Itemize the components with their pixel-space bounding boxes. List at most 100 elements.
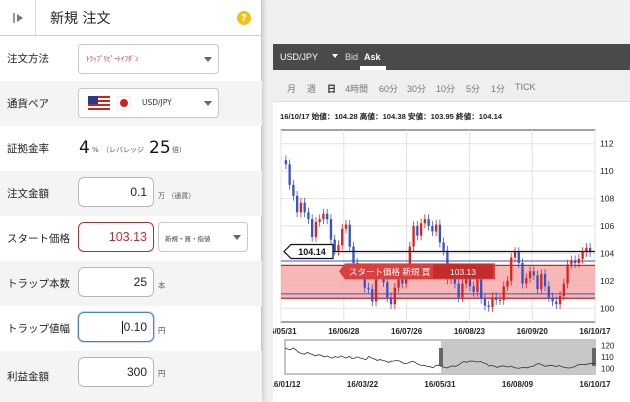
candle-body xyxy=(502,286,505,301)
ask-tab[interactable]: Ask xyxy=(364,52,381,62)
help-icon[interactable]: ? xyxy=(237,11,251,25)
profit-row: 利益金額 300 円 xyxy=(0,351,262,402)
tf-60m[interactable]: 60分 xyxy=(379,82,398,95)
candle-body xyxy=(566,264,569,284)
order-type-row: 注文方法 ﾄﾗｯﾌﾟﾘﾋﾟｰﾄｲﾌﾀﾞﾝ xyxy=(0,36,262,81)
pair-select[interactable]: USD/JPY xyxy=(78,88,219,118)
tf-10m[interactable]: 10分 xyxy=(436,82,455,95)
candle-body xyxy=(311,219,314,237)
candle-body xyxy=(543,274,547,287)
navigator-x-tick: 16/01/12 xyxy=(273,380,301,389)
tf-month[interactable]: 月 xyxy=(287,82,296,95)
us-flag-icon xyxy=(88,96,110,110)
x-tick-label: 16/05/31 xyxy=(273,327,297,336)
y-tick-label: 110 xyxy=(600,166,614,176)
trap-width-row: トラップ値幅 0.10 円 xyxy=(0,306,262,351)
chevron-down-icon[interactable] xyxy=(332,54,338,58)
candle-body xyxy=(416,226,419,236)
candle-body xyxy=(573,260,577,264)
candle-body xyxy=(521,263,524,284)
tf-1m[interactable]: 1分 xyxy=(491,82,505,95)
candle-body xyxy=(434,224,438,232)
order-type-label: 注文方法 xyxy=(7,53,49,65)
candle-body xyxy=(389,297,393,305)
candle-body xyxy=(329,219,333,240)
tf-week[interactable]: 週 xyxy=(307,82,316,95)
side-value: 新規・買・指値 xyxy=(165,235,211,243)
tf-day[interactable]: 日 xyxy=(327,82,336,95)
candle-body xyxy=(551,297,554,302)
collapse-button[interactable] xyxy=(0,0,36,36)
navigator-x-tick: 16/05/31 xyxy=(424,380,456,389)
candle-body xyxy=(303,202,306,213)
app-window: 新規 注文 ? 注文方法 ﾄﾗｯﾌﾟﾘﾋﾟｰﾄｲﾌﾀﾞﾝ 通貨ペア USD/JP… xyxy=(0,0,630,402)
navigator-x-tick: 16/08/09 xyxy=(502,380,534,389)
navigator-selection xyxy=(441,340,595,374)
amount-label: 注文金額 xyxy=(7,188,49,200)
margin-pct: 4 xyxy=(79,138,90,158)
candle-body xyxy=(344,224,348,229)
start-price-input[interactable]: 103.13 xyxy=(78,222,154,252)
candle-body xyxy=(341,228,344,246)
margin-label: 証拠金率 xyxy=(7,143,49,155)
candle-body xyxy=(487,305,490,307)
candle-body xyxy=(498,300,502,302)
candle-body xyxy=(442,242,445,251)
candle-body xyxy=(337,245,340,251)
candle-body xyxy=(517,252,520,264)
chart-tabbar: USD/JPY Bid Ask xyxy=(273,44,630,70)
trap-width-label: トラップ値幅 xyxy=(7,323,70,335)
y-tick-label: 108 xyxy=(600,194,614,204)
tf-5m[interactable]: 5分 xyxy=(466,82,480,95)
chart-pair[interactable]: USD/JPY xyxy=(280,52,318,62)
order-type-select[interactable]: ﾄﾗｯﾌﾟﾘﾋﾟｰﾄｲﾌﾀﾞﾝ xyxy=(78,44,219,74)
chevron-down-icon xyxy=(204,101,212,106)
candle-body xyxy=(461,283,464,298)
candle-body xyxy=(480,279,483,299)
candle-body xyxy=(326,213,329,220)
candle-body xyxy=(558,295,562,305)
candle-body xyxy=(307,212,310,220)
amount-input[interactable]: 0.1 xyxy=(78,177,154,207)
trap-count-row: トラップ本数 25 本 xyxy=(0,261,262,306)
order-panel: 新規 注文 ? 注文方法 ﾄﾗｯﾌﾟﾘﾋﾟｰﾄｲﾌﾀﾞﾝ 通貨ペア USD/JP… xyxy=(0,0,262,402)
bid-tab[interactable]: Bid xyxy=(345,52,358,62)
candle-body xyxy=(495,297,498,301)
navigator-handle-left xyxy=(439,348,443,366)
candle-body xyxy=(513,252,517,258)
candle-body xyxy=(570,260,573,265)
jp-flag-icon xyxy=(117,96,131,110)
y-tick-label: 112 xyxy=(600,139,614,149)
navigator-chart[interactable]: 100 110 120 16/01/12 16/03/22 16/05/31 16/08/0… xyxy=(273,338,630,402)
candle-body xyxy=(506,280,509,287)
candle-body xyxy=(577,258,581,264)
candle-body xyxy=(540,274,543,290)
price-chart[interactable]: 100 102 104 106 108 110 112 16/05/31 16/06/28 16/… xyxy=(273,124,630,338)
pair-label: 通貨ペア xyxy=(7,98,49,110)
navigator-y-tick: 100 xyxy=(601,364,615,373)
candle-body xyxy=(348,224,351,247)
candle-body xyxy=(314,221,318,237)
candle-body xyxy=(397,279,400,288)
tf-30m[interactable]: 30分 xyxy=(407,82,426,95)
navigator-y-tick: 110 xyxy=(601,353,614,362)
trap-width-input[interactable]: 0.10 xyxy=(78,312,154,342)
trap-count-unit: 本 xyxy=(158,281,166,290)
candle-body xyxy=(318,219,321,222)
side-select[interactable]: 新規・買・指値 xyxy=(158,222,248,252)
trap-count-input[interactable]: 25 xyxy=(78,267,154,297)
y-tick-label: 106 xyxy=(600,221,614,231)
navigator-y-tick: 120 xyxy=(601,342,615,351)
current-price-value: 104.14 xyxy=(298,247,326,257)
candle-body xyxy=(532,271,535,276)
tf-4h[interactable]: 4時間 xyxy=(345,82,368,95)
candle-body xyxy=(423,219,427,224)
x-tick-label: 16/08/23 xyxy=(454,327,486,336)
profit-input[interactable]: 300 xyxy=(78,357,154,387)
tf-tick[interactable]: TICK xyxy=(515,82,536,92)
timeframe-bar: 月 週 日 4時間 60分 30分 10分 5分 1分 TICK xyxy=(273,70,630,102)
x-tick-label: 16/06/28 xyxy=(328,327,360,336)
x-tick-label: 16/09/20 xyxy=(517,327,549,336)
y-tick-label: 104 xyxy=(600,248,614,258)
start-price-tag-label: スタート価格 新規 買 xyxy=(349,267,431,277)
